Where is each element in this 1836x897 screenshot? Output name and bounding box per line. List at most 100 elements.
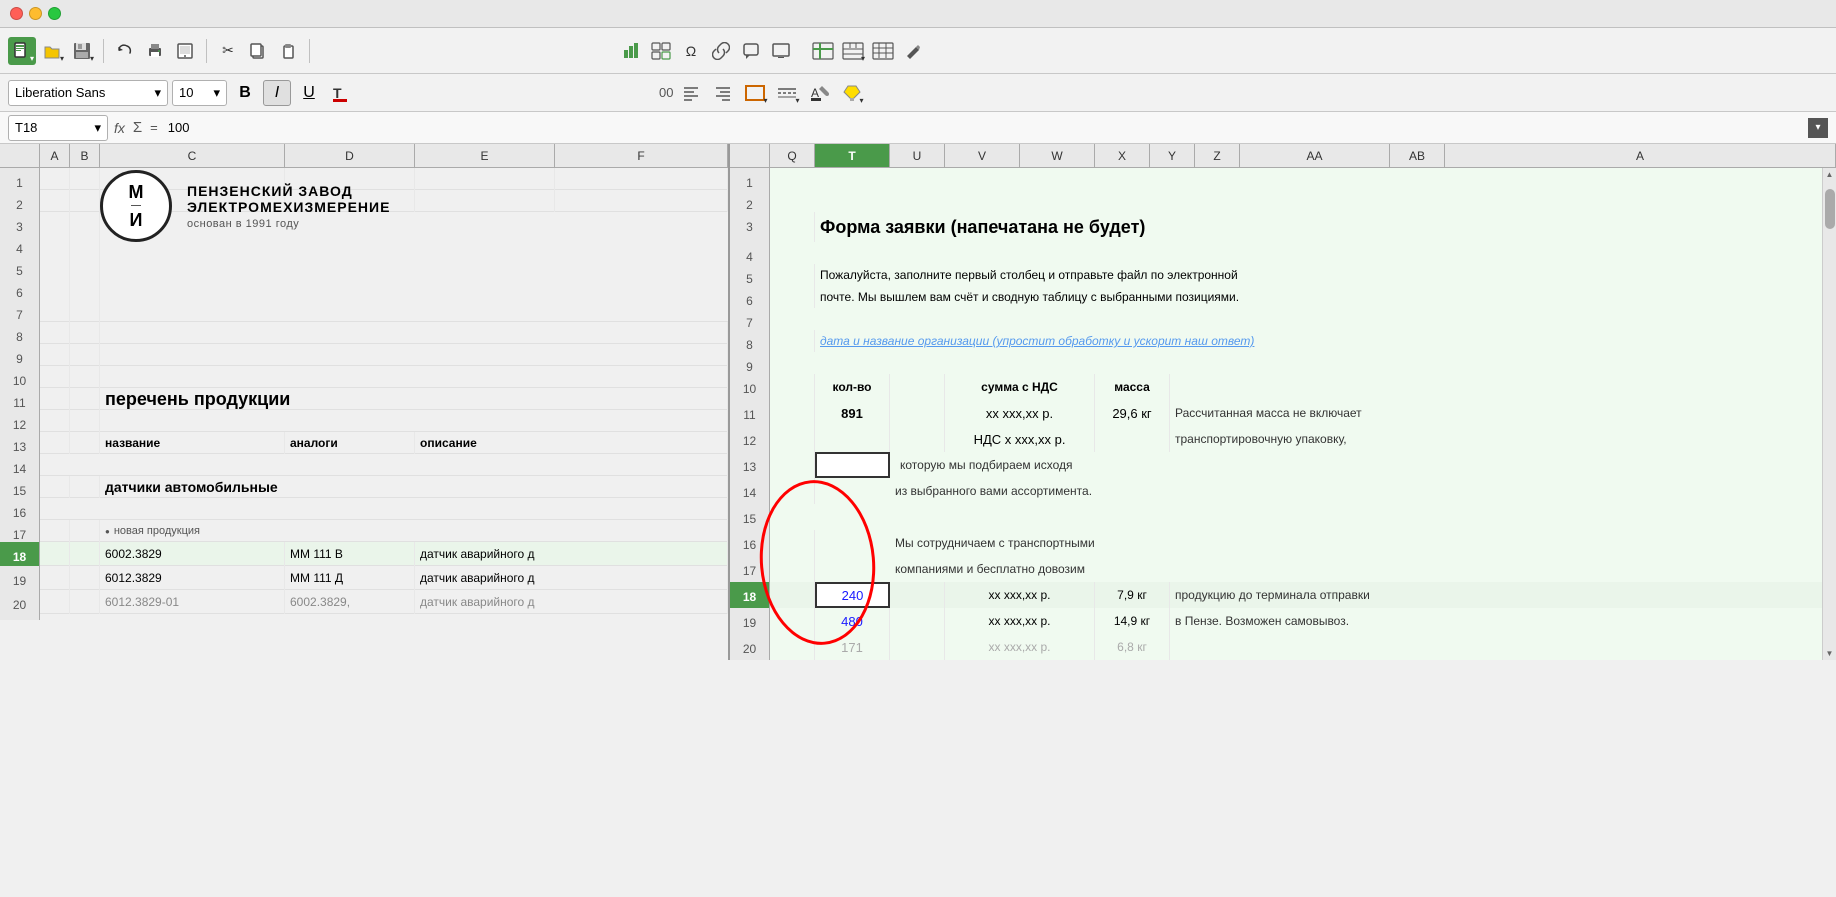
cell-reference-box[interactable]: T18 ▾ — [8, 115, 108, 141]
right-rest-9[interactable] — [770, 352, 1836, 374]
right-q18[interactable] — [770, 582, 815, 608]
right-cell-q3[interactable] — [770, 212, 815, 242]
pivot-button[interactable] — [647, 37, 675, 65]
right-q19[interactable] — [770, 608, 815, 634]
align-left-button[interactable] — [677, 79, 705, 107]
print-button[interactable] — [141, 37, 169, 65]
cell-a3[interactable] — [40, 212, 70, 234]
right-q13[interactable] — [770, 452, 815, 478]
right-t19[interactable]: 480 — [815, 608, 890, 634]
cell-e20[interactable]: датчик аварийного д — [415, 590, 728, 614]
right-q12[interactable] — [770, 426, 815, 452]
right-q11[interactable] — [770, 400, 815, 426]
cell-rest-10[interactable] — [100, 366, 728, 388]
right-u11[interactable] — [890, 400, 945, 426]
cell-d2[interactable] — [285, 190, 415, 212]
cell-b6[interactable] — [70, 278, 100, 300]
highlight-button[interactable] — [837, 79, 865, 107]
hyperlink-button[interactable] — [707, 37, 735, 65]
right-cell-hint[interactable]: дата и название организации (упростит об… — [815, 330, 1836, 352]
cell-a18[interactable] — [40, 542, 70, 566]
bold-button[interactable]: B — [231, 80, 259, 106]
right-cell-rest-1[interactable] — [770, 168, 1836, 190]
merge-button[interactable] — [839, 37, 867, 65]
cell-b10[interactable] — [70, 366, 100, 388]
cell-b18[interactable] — [70, 542, 100, 566]
pencil-button[interactable] — [899, 37, 927, 65]
cell-d19[interactable]: ММ 111 Д — [285, 566, 415, 590]
cell-a2[interactable] — [40, 190, 70, 212]
omega-button[interactable]: Ω — [677, 37, 705, 65]
cell-a20[interactable] — [40, 590, 70, 614]
cell-e19[interactable]: датчик аварийного д — [415, 566, 728, 590]
right-total-qty[interactable]: 891 — [815, 400, 890, 426]
border-button[interactable] — [741, 79, 769, 107]
right-q14[interactable] — [770, 478, 815, 504]
cell-b17[interactable] — [70, 520, 100, 542]
cell-c2[interactable] — [100, 190, 285, 212]
screen-button[interactable] — [767, 37, 795, 65]
open-button[interactable] — [38, 37, 66, 65]
underline-button[interactable]: U — [295, 80, 323, 106]
preview-button[interactable] — [171, 37, 199, 65]
close-button[interactable] — [10, 7, 23, 20]
right-mass19[interactable]: 14,9 кг — [1095, 608, 1170, 634]
right-cell-form-title[interactable]: Форма заявки (напечатана не будет) — [815, 212, 1836, 242]
cell-rest-9[interactable] — [100, 344, 728, 366]
right-u18[interactable] — [890, 582, 945, 608]
cell-c1[interactable] — [100, 168, 285, 190]
cell-d1[interactable] — [285, 168, 415, 190]
paste-button[interactable] — [274, 37, 302, 65]
cell-e1[interactable] — [415, 168, 555, 190]
copy-button[interactable] — [244, 37, 272, 65]
cell-b4[interactable] — [70, 234, 100, 256]
cell-b7[interactable] — [70, 300, 100, 322]
right-cell-desc[interactable]: Пожалуйста, заполните первый столбец и о… — [815, 264, 1836, 286]
right-rest-10[interactable] — [1170, 374, 1836, 400]
right-header-qty[interactable]: кол-во — [815, 374, 890, 400]
cell-e2[interactable] — [415, 190, 555, 212]
cell-b13[interactable] — [70, 432, 100, 454]
right-q16[interactable] — [770, 530, 815, 556]
cell-d18[interactable]: ММ 111 В — [285, 542, 415, 566]
right-info-8[interactable]: в Пензе. Возможен самовывоз. — [1170, 608, 1836, 634]
cell-new-product[interactable]: ● новая продукция — [100, 520, 728, 542]
right-nds[interactable]: НДС х ххх,хх р. — [945, 426, 1095, 452]
right-t13-active[interactable] — [815, 452, 890, 478]
cell-b20[interactable] — [70, 590, 100, 614]
undo-button[interactable] — [111, 37, 139, 65]
cell-rest-14[interactable] — [40, 454, 728, 476]
right-q8[interactable] — [770, 330, 815, 352]
right-info-3[interactable]: которую мы подбираем исходя — [890, 452, 1836, 478]
cell-a11[interactable] — [40, 388, 70, 410]
cell-b9[interactable] — [70, 344, 100, 366]
right-rest-7[interactable] — [770, 308, 1836, 330]
right-mass18[interactable]: 7,9 кг — [1095, 582, 1170, 608]
cell-a15[interactable] — [40, 476, 70, 498]
cell-rest-8[interactable] — [100, 322, 728, 344]
cell-rest-12[interactable] — [100, 410, 728, 432]
cell-a7[interactable] — [40, 300, 70, 322]
cell-b8[interactable] — [70, 322, 100, 344]
cell-b3[interactable] — [70, 212, 100, 234]
cell-product-title[interactable]: перечень продукции — [100, 388, 728, 410]
cell-b1[interactable] — [70, 168, 100, 190]
cell-f2[interactable] — [555, 190, 728, 212]
save-button[interactable] — [68, 37, 96, 65]
right-q17[interactable] — [770, 556, 815, 582]
cell-e18[interactable]: датчик аварийного д — [415, 542, 728, 566]
right-q10[interactable] — [770, 374, 815, 400]
cell-c20[interactable]: 6012.3829-01 — [100, 590, 285, 614]
right-t18-cell[interactable]: 240 — [815, 582, 890, 608]
vertical-scrollbar[interactable]: ▲ ▼ — [1822, 168, 1836, 660]
right-info-6[interactable]: компаниями и бесплатно довозим — [815, 556, 1836, 582]
cell-c18[interactable]: 6002.3829 — [100, 542, 285, 566]
minimize-button[interactable] — [29, 7, 42, 20]
cell-a19[interactable] — [40, 566, 70, 590]
right-mass20[interactable]: 6,8 кг — [1095, 634, 1170, 660]
right-u10[interactable] — [890, 374, 945, 400]
right-info-7[interactable]: продукцию до терминала отправки — [1170, 582, 1836, 608]
cell-col-desc[interactable]: описание — [415, 432, 728, 454]
right-v12[interactable] — [1095, 426, 1170, 452]
italic-button[interactable]: I — [263, 80, 291, 106]
